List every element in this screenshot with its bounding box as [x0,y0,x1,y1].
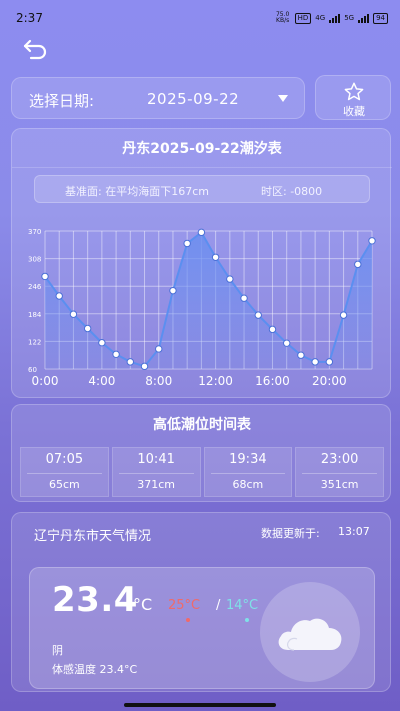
x-tick-label: 16:00 [255,374,290,388]
tide-point [211,253,220,261]
favorite-button[interactable]: 收藏 [315,75,391,120]
tide-point [282,339,291,347]
weather-icon-bg [260,582,360,682]
divider [302,473,377,474]
y-tick-label: 122 [28,338,41,346]
tide-entry-height: 65cm [48,478,80,491]
network-4g-label: 4G [315,14,326,22]
high-temperature: 25°C [168,598,201,613]
tide-point [368,237,376,245]
low-temperature: 14°C [226,598,259,613]
back-button[interactable] [22,38,50,60]
tide-entry: 23:00 351cm [295,447,384,497]
date-value: 2025-09-22 [147,90,240,108]
tide-point [69,310,78,318]
tide-entry-height: 351cm [320,478,359,491]
temperature-unit: °C [133,595,153,614]
tide-entry-time: 07:05 [45,452,84,467]
tide-point [268,325,277,334]
signal-icon [329,13,341,23]
x-tick-label: 20:00 [312,374,347,388]
chevron-down-icon [278,95,288,102]
tide-point [325,358,334,366]
tide-point [339,311,348,319]
updated-label: 数据更新于: [261,527,320,540]
tide-entry-time: 23:00 [320,452,359,467]
tide-point [98,339,106,347]
tide-entry-height: 371cm [137,478,175,491]
cloud-icon [278,618,342,651]
high-indicator-dot [186,618,190,622]
tide-point [197,228,206,237]
tide-entry: 07:05 65cm [20,447,109,497]
battery-icon: 94 [373,12,388,24]
date-selector[interactable]: 选择日期: 2025-09-22 [11,77,305,119]
tide-entry-time: 19:34 [229,452,267,467]
current-temperature: 23.4 [52,580,138,620]
y-tick-label: 184 [28,311,42,319]
status-bar: 2:37 75.0 KB/s HD 4G 5G 94 [0,0,400,36]
tide-point [41,272,49,281]
updated-time: 13:07 [338,525,370,538]
tide-point [183,239,191,248]
tide-point [155,345,163,353]
tide-entry-height: 68cm [232,478,264,491]
star-icon [344,82,364,101]
divider [118,473,194,474]
tide-point [311,358,319,366]
tide-line-chart: 60 122 184 246 308 370 0:00 4:00 8:00 12:00 16:00 2… [28,228,376,388]
tide-point [254,311,262,319]
y-tick-label: 308 [28,256,41,264]
favorite-label: 收藏 [343,105,365,118]
weather-condition: 阴 [52,644,63,657]
status-icons: 75.0 KB/s HD 4G 5G 94 [275,12,388,24]
weather-detail-panel: 23.4 °C 25°C / 14°C 阴 体感温度 23.4°C [29,567,375,689]
tide-point [297,351,305,359]
tide-point [169,286,177,295]
network-5g-label: 5G [344,14,355,22]
tide-chart-card: 丹东2025-09-22潮汐表 基准面: 在平均海面下167cm 时区: -08… [11,128,392,398]
weather-title: 辽宁丹东市天气情况 [34,529,152,544]
weather-card: 辽宁丹东市天气情况 数据更新于: 13:07 23.4 °C 25°C / 14… [11,512,391,692]
tide-entry: 10:41 371cm [111,447,201,497]
tide-point [240,294,248,302]
home-indicator[interactable] [124,703,276,707]
status-time: 2:37 [16,11,43,25]
y-tick-label: 246 [28,283,42,291]
y-tick-label: 370 [28,228,41,236]
tide-point [112,350,120,359]
date-label: 选择日期: [29,92,95,110]
tide-point [83,324,92,333]
temperature-separator: / [216,598,221,613]
tide-point [140,362,149,371]
tide-entry-time: 10:41 [137,452,175,467]
tide-point [226,275,234,283]
tide-area [45,232,372,369]
y-tick-label: 60 [28,366,37,374]
tide-point [126,358,135,366]
low-indicator-dot [245,618,249,622]
divider [27,473,102,474]
tide-entry: 19:34 68cm [203,447,293,497]
high-low-title: 高低潮位时间表 [153,417,251,433]
network-speed: 75.0 KB/s [275,11,290,24]
x-tick-label: 12:00 [198,374,233,388]
high-low-table: 07:05 65cm 10:41 371cm 19:34 68cm 23:00 … [20,447,384,497]
x-tick-label: 4:00 [88,374,115,388]
x-tick-label: 8:00 [145,374,172,388]
divider [210,473,286,474]
tide-point [55,292,63,300]
high-low-card: 高低潮位时间表 07:05 65cm 10:41 371cm 19:34 68c… [11,404,391,502]
signal-icon-2 [358,13,370,23]
x-tick-label: 0:00 [32,374,59,388]
back-arrow-icon [23,39,47,60]
feels-like: 体感温度 23.4°C [52,663,138,676]
tide-point [354,260,362,269]
hd-badge: HD [294,12,312,24]
